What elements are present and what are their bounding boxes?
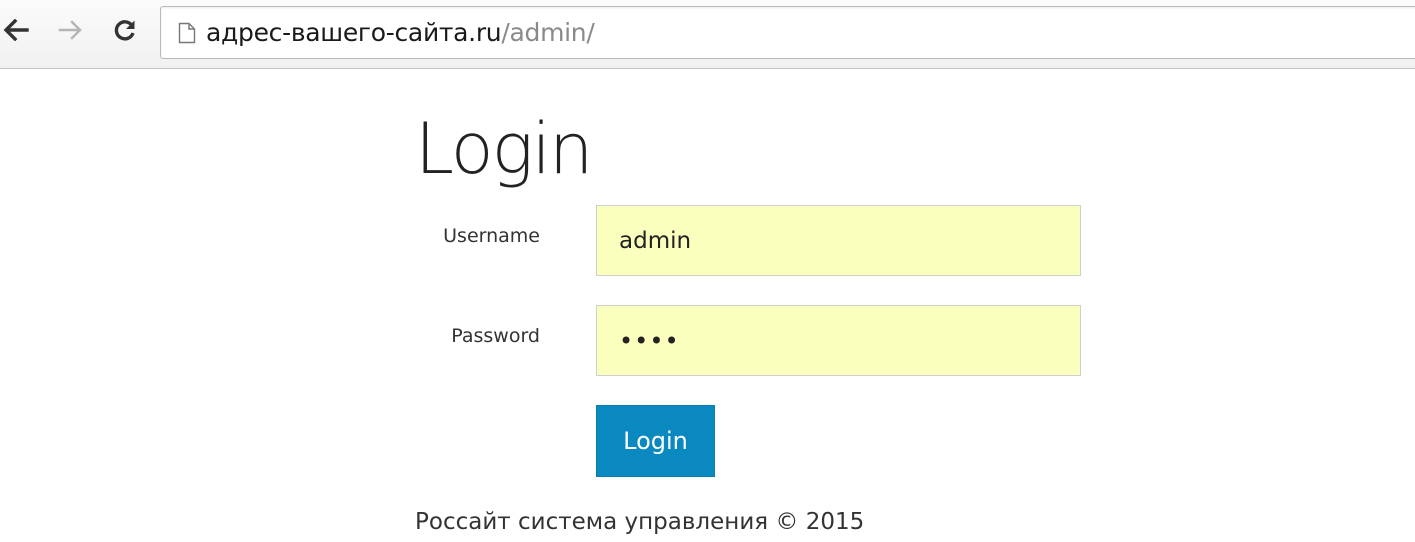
browser-toolbar: адрес-вашего-сайта.ru/admin/ [0, 0, 1415, 69]
url-text: адрес-вашего-сайта.ru/admin/ [206, 18, 595, 47]
page-icon [178, 22, 196, 44]
page-title: Login [415, 108, 593, 190]
arrow-left-icon [3, 19, 29, 41]
footer-text: Россайт система управления © 2015 [415, 509, 865, 535]
url-host: адрес-вашего-сайта.ru [206, 18, 502, 47]
reload-icon [114, 20, 135, 41]
page-content: Login Username Password Login Россайт си… [0, 69, 1415, 542]
password-input[interactable] [596, 305, 1081, 376]
login-button[interactable]: Login [596, 405, 715, 477]
back-button[interactable] [2, 14, 30, 46]
arrow-right-icon [58, 20, 82, 40]
password-label: Password [451, 325, 540, 347]
username-input[interactable] [596, 205, 1081, 276]
username-label: Username [443, 225, 540, 247]
reload-button[interactable] [111, 14, 139, 46]
address-bar[interactable]: адрес-вашего-сайта.ru/admin/ [160, 6, 1415, 59]
url-path: /admin/ [501, 18, 595, 47]
forward-button[interactable] [57, 14, 85, 46]
